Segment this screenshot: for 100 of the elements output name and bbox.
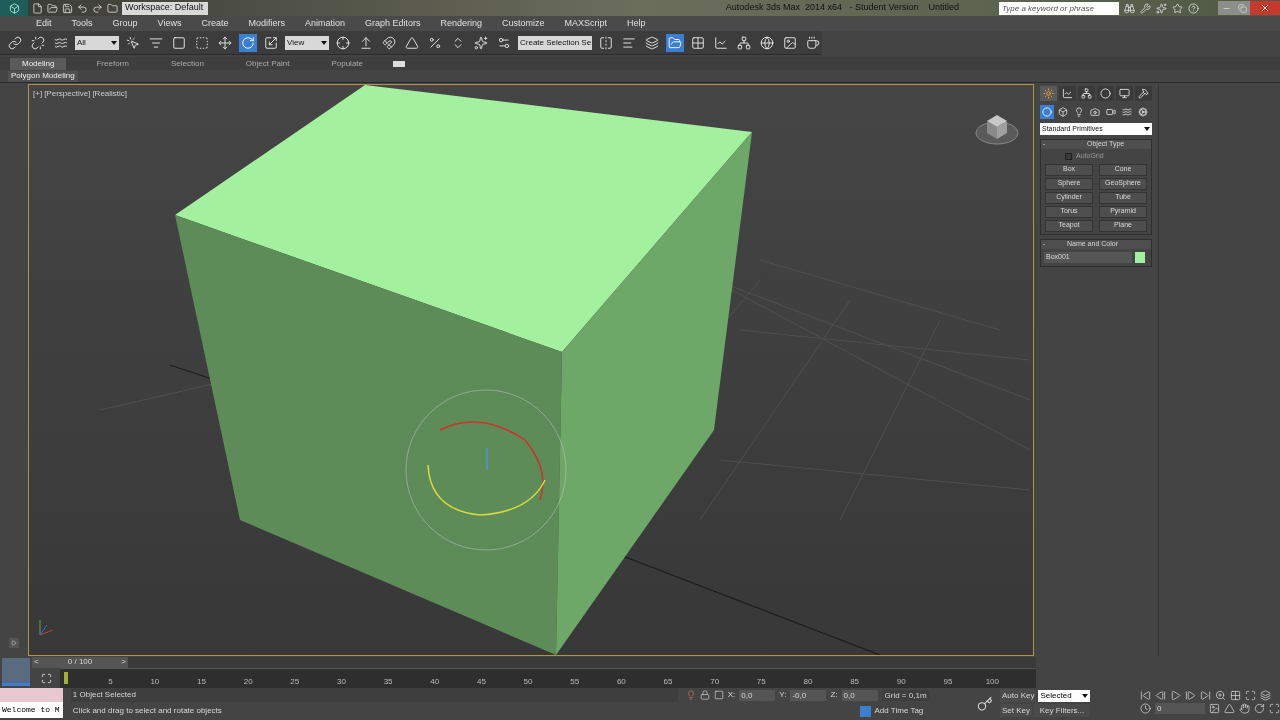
menu-item[interactable]: Graph Editors [364,16,421,31]
ribbon-tab[interactable]: Modeling [10,57,67,70]
z-field[interactable]: 0,0 [841,689,878,701]
viewport[interactable]: [+] [Perspective] [Realistic] [28,84,1034,656]
gear-icon [1138,107,1148,117]
align-icon [622,35,636,50]
binoculars-icon [1124,2,1135,14]
sun-icon [1043,88,1054,99]
menu-item[interactable]: Rendering [440,16,483,31]
menu-item[interactable]: Edit [36,16,52,31]
monitor-icon [1119,88,1130,99]
toolbar-dropdown[interactable]: Create Selection Se [518,35,592,50]
polygon-modeling-panel[interactable]: Polygon Modeling [8,70,78,82]
add-time-tag[interactable]: Add Time Tag [874,705,965,717]
listener-output[interactable]: Welcome to M [0,702,63,718]
frame-tick-label: 65 [662,676,673,688]
menu-item[interactable]: Animation [304,16,345,31]
menu-item[interactable]: Create [201,16,229,31]
ribbon-tab[interactable]: Object Paint [233,57,302,70]
hierarchy-tab[interactable] [1078,86,1095,101]
ribbon-tab[interactable]: Selection [158,57,216,70]
gear-category[interactable] [1136,105,1150,119]
auto-key-button[interactable]: Auto Key [1000,689,1037,702]
sun-tab[interactable] [1040,86,1057,101]
restore-icon [1237,3,1247,13]
viewport-label[interactable]: [+] [33,88,43,100]
ribbon-tab[interactable]: Populate [319,57,375,70]
minicurve-toggle-icon[interactable] [2,658,30,686]
ribbon-tab[interactable]: Freeform [84,57,141,70]
menu-item[interactable]: Tools [71,16,93,31]
lock-icon [699,690,710,700]
orbit-icon [1254,703,1265,714]
time-slider-thumb[interactable]: < 0 / 100 > [32,656,128,668]
dropdown-caret-icon [1144,127,1150,131]
link-icon [8,35,22,50]
magnet-icon [382,35,396,50]
frame-tick-label: 55 [569,676,580,688]
sparkle-icon [1156,2,1167,14]
hierarchy-icon [1081,88,1092,99]
open-icon [47,2,58,14]
key-mode-dropdown[interactable]: Selected [1038,689,1090,702]
dropdown-caret-icon [111,40,117,45]
rotate-tool[interactable] [239,33,257,52]
upload-icon [359,35,373,50]
viewport-label[interactable]: [Perspective] [44,88,91,100]
frame-tick-label: 85 [849,676,860,688]
listener-input[interactable] [0,688,63,702]
close-button[interactable] [1250,1,1280,15]
shapes-category[interactable] [1056,105,1070,119]
monitor-tab[interactable] [1116,86,1133,101]
disc-tab[interactable] [1097,86,1114,101]
dropdown-caret-icon [1082,693,1088,698]
selection-status: 1 Object Selected [70,688,678,702]
camera-category[interactable] [1088,105,1102,119]
menu-item[interactable]: Group [112,16,138,31]
sliders-icon [497,35,511,50]
menu-item[interactable]: Modifiers [248,16,285,31]
toolbar-dropdown[interactable]: View [285,35,329,50]
save-icon [62,2,73,14]
menu-item[interactable]: Customize [502,16,545,31]
layers-icon [645,35,659,50]
frame-tick-label: 100 [984,676,999,688]
viewport-label[interactable]: [Realistic] [92,88,128,100]
set-key-button[interactable]: Set Key [1000,704,1032,717]
key-filters-button[interactable]: Key Filters... [1034,704,1090,717]
zoom-extents-all-icon [1260,690,1271,701]
menu-item[interactable]: Help [627,16,646,31]
hammer-tab[interactable] [1135,86,1152,101]
ribbon-options-icon[interactable] [393,60,405,67]
x-label: X: [727,689,736,701]
hand-icon [1239,703,1250,714]
wrench-icon [1140,2,1151,14]
autogrid-checkbox[interactable] [1065,152,1072,160]
crosshair-icon [336,35,350,50]
search-field[interactable]: Type a keyword or phrase [999,1,1119,15]
folder-tool[interactable] [666,33,684,52]
workspace-dropdown[interactable]: Workspace: Default [122,1,208,15]
sparkle-icon [474,35,488,50]
track-bar-icon[interactable] [40,672,52,684]
menu-item[interactable]: Views [157,16,182,31]
globe-icon [760,35,774,50]
curve-tab[interactable] [1059,86,1076,101]
teapot-icon [806,35,820,50]
triangle-icon [405,35,419,50]
x-field[interactable]: 0,0 [739,689,776,701]
y-field[interactable]: -0,0 [790,689,827,701]
curve-icon [1062,88,1073,99]
step-back-icon [1155,690,1166,701]
time-slider-track[interactable]: < 0 / 100 > [32,656,1036,668]
hierarchy-icon [737,35,751,50]
axis-tripod-icon [39,619,54,636]
current-frame-field[interactable]: 0 [1155,703,1205,714]
menu-item[interactable]: MAXScript [564,16,608,31]
color-swatch[interactable] [1135,251,1145,263]
unlink-tool[interactable] [29,33,47,52]
app-menu-button[interactable] [0,0,28,16]
toolbar-dropdown[interactable]: All [75,35,119,50]
sphere-icon [1042,107,1052,117]
app-logo-icon [8,2,20,14]
link-tool[interactable] [6,33,24,52]
